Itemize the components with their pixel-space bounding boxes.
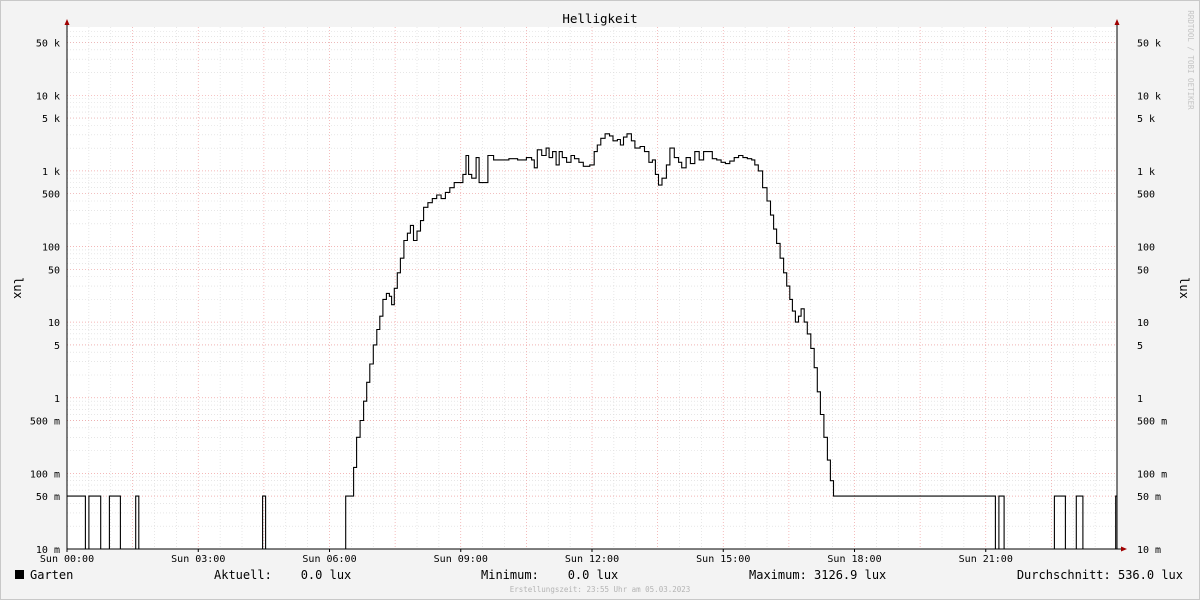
x-tick-label: Sun 12:00: [565, 554, 619, 565]
y-tick-label-left: 100: [42, 243, 60, 254]
y-tick-label-right: 50 m: [1137, 492, 1161, 503]
legend-average: Durchschnitt: 536.0 lux: [1017, 568, 1183, 582]
y-tick-label-right: 500: [1137, 190, 1155, 201]
legend-minimum: Minimum: 0.0 lux: [481, 568, 618, 582]
y-tick-label-right: 5: [1137, 341, 1143, 352]
chart-svg: 50 k 50 k 10 k 10 k 5 k 5 k 1 k 1 k 500 500 100 100…: [0, 0, 1200, 600]
y-tick-label-left: 5 k: [42, 114, 60, 125]
y-tick-label-right: 100 m: [1137, 469, 1167, 480]
legend-current: Aktuell: 0.0 lux: [214, 568, 351, 582]
y-axis-label-left: lux: [11, 277, 25, 299]
y-tick-label-left: 50 k: [36, 38, 60, 49]
y-tick-label-right: 1: [1137, 394, 1143, 405]
y-tick-label-left: 50 m: [36, 492, 60, 503]
y-tick-label-right: 100: [1137, 243, 1155, 254]
x-tick-label: Sun 00:00: [40, 554, 94, 565]
y-tick-label-left: 500: [42, 190, 60, 201]
legend-swatch: [15, 570, 24, 579]
y-tick-label-left: 10: [48, 318, 60, 329]
y-tick-label-left: 1 k: [42, 167, 60, 178]
y-tick-label-left: 500 m: [30, 417, 60, 428]
y-tick-label-left: 100 m: [30, 469, 60, 480]
y-tick-label-left: 1: [54, 394, 60, 405]
x-tick-label: Sun 06:00: [302, 554, 356, 565]
y-tick-label-right: 1 k: [1137, 167, 1155, 178]
y-tick-label-right: 10: [1137, 318, 1149, 329]
y-tick-label-left: 50: [48, 265, 60, 276]
x-tick-label: Sun 09:00: [434, 554, 488, 565]
y-tick-label-right: 5 k: [1137, 114, 1155, 125]
y-tick-label-right: 10 k: [1137, 91, 1161, 102]
x-tick-label: Sun 15:00: [696, 554, 750, 565]
x-tick-label: Sun 21:00: [959, 554, 1013, 565]
x-tick-label: Sun 18:00: [827, 554, 881, 565]
y-tick-label-left: 5: [54, 341, 60, 352]
legend-series-name: Garten: [30, 568, 73, 582]
y-axis-label-right: lux: [1177, 277, 1191, 299]
y-tick-label-right: 10 m: [1137, 545, 1161, 556]
creation-timestamp: Erstellungszeit: 23:55 Uhr am 05.03.2023: [510, 585, 691, 594]
legend-maximum: Maximum: 3126.9 lux: [749, 568, 886, 582]
y-tick-label-right: 50: [1137, 265, 1149, 276]
x-tick-label: Sun 03:00: [171, 554, 225, 565]
y-tick-label-right: 500 m: [1137, 417, 1167, 428]
y-tick-label-left: 10 k: [36, 91, 60, 102]
chart-title: Helligkeit: [562, 11, 637, 26]
y-tick-label-right: 50 k: [1137, 38, 1161, 49]
watermark: RRDTOOL / TOBI OETIKER: [1186, 10, 1195, 110]
